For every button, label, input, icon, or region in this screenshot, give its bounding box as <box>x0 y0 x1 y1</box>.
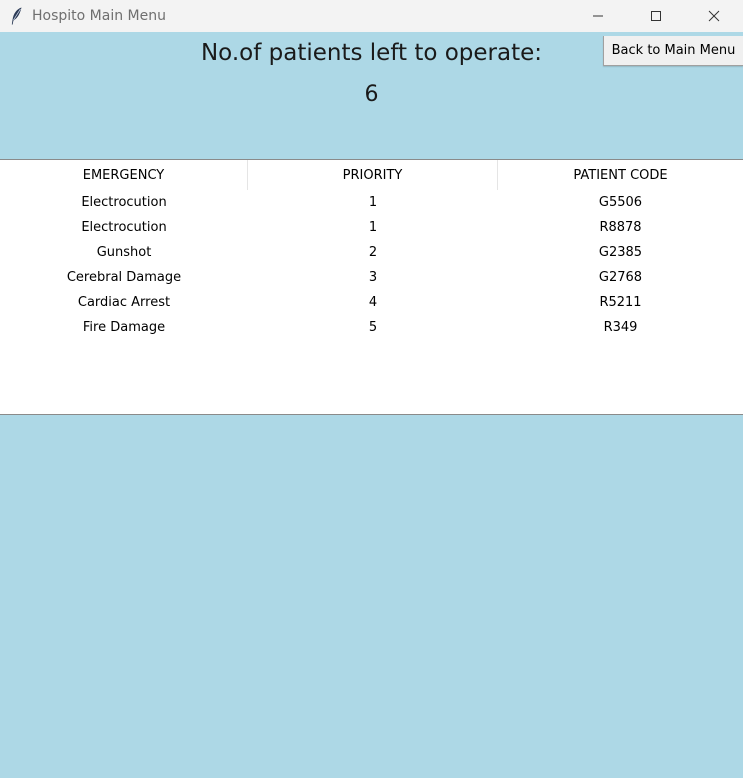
cell-priority: 4 <box>368 295 378 310</box>
maximize-icon <box>650 7 662 26</box>
column-header-priority[interactable]: PRIORITY <box>248 160 498 190</box>
app-window: Hospito Main Menu No.of patients left to… <box>0 0 743 778</box>
column-header-emergency[interactable]: EMERGENCY <box>0 160 248 190</box>
column-header-patient-code[interactable]: PATIENT CODE <box>498 160 743 190</box>
patients-left-count: 6 <box>364 82 379 107</box>
cell-emergency: Cerebral Damage <box>66 270 182 285</box>
cell-patient-code: G2385 <box>598 245 643 260</box>
cell-priority: 3 <box>368 270 378 285</box>
cell-patient-code: G5506 <box>598 195 643 210</box>
cell-priority: 1 <box>368 195 378 210</box>
table-row[interactable]: Cerebral Damage 3 G2768 <box>0 265 743 290</box>
cell-priority: 2 <box>368 245 378 260</box>
cell-emergency: Cardiac Arrest <box>77 295 171 310</box>
close-icon <box>708 7 720 26</box>
minimize-icon <box>592 7 604 26</box>
table-row[interactable]: Electrocution 1 G5506 <box>0 190 743 215</box>
title-bar[interactable]: Hospito Main Menu <box>0 0 743 32</box>
table-row[interactable]: Electrocution 1 R8878 <box>0 215 743 240</box>
cell-patient-code: R5211 <box>599 295 642 310</box>
cell-patient-code: R8878 <box>599 220 642 235</box>
cell-patient-code: R349 <box>603 320 638 335</box>
table-row[interactable]: Gunshot 2 G2385 <box>0 240 743 265</box>
cell-priority: 1 <box>368 220 378 235</box>
feather-icon <box>10 7 24 25</box>
patients-table[interactable]: EMERGENCY PRIORITY PATIENT CODE Electroc… <box>0 159 743 415</box>
cell-emergency: Gunshot <box>96 245 152 260</box>
table-row[interactable]: Fire Damage 5 R349 <box>0 315 743 340</box>
table-header: EMERGENCY PRIORITY PATIENT CODE <box>0 160 743 190</box>
maximize-button[interactable] <box>627 0 685 32</box>
table-row[interactable]: Cardiac Arrest 4 R5211 <box>0 290 743 315</box>
minimize-button[interactable] <box>569 0 627 32</box>
cell-patient-code: G2768 <box>598 270 643 285</box>
cell-emergency: Fire Damage <box>82 320 166 335</box>
cell-priority: 5 <box>368 320 378 335</box>
close-button[interactable] <box>685 0 743 32</box>
cell-emergency: Electrocution <box>81 195 167 210</box>
cell-emergency: Electrocution <box>81 220 167 235</box>
window-controls <box>569 0 743 32</box>
back-to-main-menu-button[interactable]: Back to Main Menu <box>603 36 743 66</box>
window-title: Hospito Main Menu <box>32 8 166 24</box>
